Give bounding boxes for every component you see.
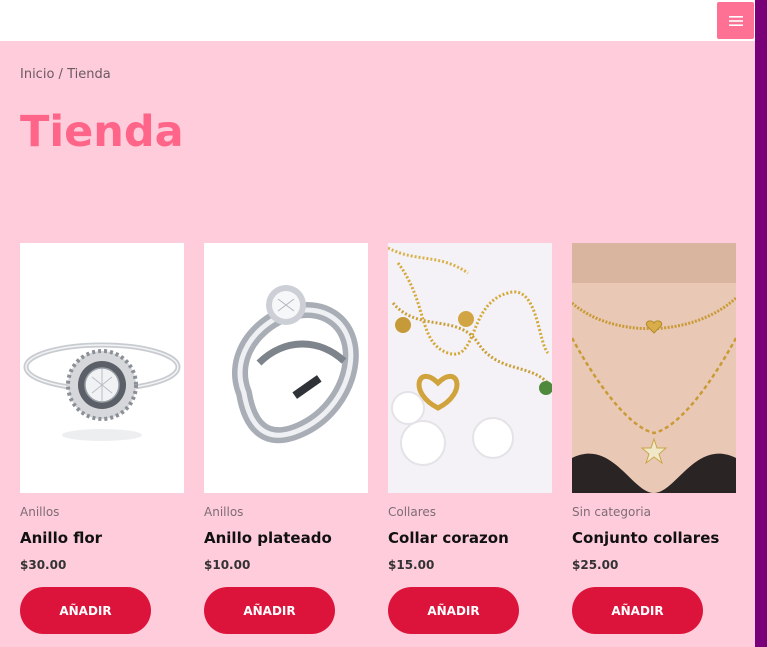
add-to-cart-button[interactable]: AÑADIR <box>204 587 335 634</box>
product-name[interactable]: Anillo plateado <box>204 529 332 547</box>
product-card: Sin categoria Conjunto collares $25.00 A… <box>572 243 736 634</box>
product-category[interactable]: Sin categoria <box>572 505 651 519</box>
product-price: $15.00 <box>388 558 435 572</box>
product-card: Anillos Anillo flor $30.00 AÑADIR <box>20 243 184 634</box>
top-header <box>0 0 755 41</box>
ring-flower-image[interactable] <box>20 243 184 493</box>
heart-necklace-image[interactable] <box>388 243 552 493</box>
hamburger-menu-button[interactable] <box>717 2 754 39</box>
shop-content: Inicio / Tienda Tienda Anillos Anillo fl… <box>0 41 755 647</box>
product-card: Anillos Anillo plateado $10.00 AÑADIR <box>204 243 368 634</box>
product-category[interactable]: Anillos <box>20 505 59 519</box>
add-to-cart-button[interactable]: AÑADIR <box>388 587 519 634</box>
breadcrumb-separator: / <box>58 67 63 82</box>
necklace-set-image[interactable] <box>572 243 736 493</box>
ring-silver-image[interactable] <box>204 243 368 493</box>
page-title: Tienda <box>20 107 184 157</box>
menu-icon <box>728 15 743 26</box>
product-price: $10.00 <box>204 558 251 572</box>
product-card: Collares Collar corazon $15.00 AÑADIR <box>388 243 552 634</box>
breadcrumb-home-link[interactable]: Inicio <box>20 67 54 82</box>
product-price: $30.00 <box>20 558 67 572</box>
product-price: $25.00 <box>572 558 619 572</box>
product-category[interactable]: Collares <box>388 505 436 519</box>
product-name[interactable]: Anillo flor <box>20 529 102 547</box>
breadcrumb: Inicio / Tienda <box>20 67 111 82</box>
breadcrumb-current: Tienda <box>67 67 111 82</box>
product-name[interactable]: Collar corazon <box>388 529 509 547</box>
product-category[interactable]: Anillos <box>204 505 243 519</box>
scrollbar[interactable] <box>755 0 767 647</box>
add-to-cart-button[interactable]: AÑADIR <box>572 587 703 634</box>
product-name[interactable]: Conjunto collares <box>572 529 719 547</box>
add-to-cart-button[interactable]: AÑADIR <box>20 587 151 634</box>
